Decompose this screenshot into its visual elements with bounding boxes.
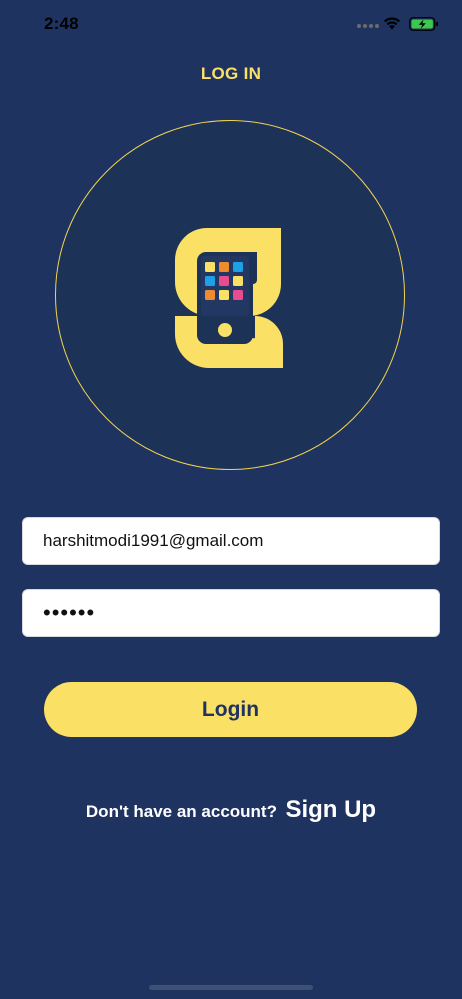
status-bar: 2:48	[0, 0, 462, 48]
wifi-icon	[384, 17, 400, 30]
email-field[interactable]	[22, 517, 440, 565]
app-logo-icon	[175, 228, 283, 368]
signup-prompt: Don't have an account?	[85, 802, 277, 821]
signup-link[interactable]: Sign Up	[285, 796, 376, 823]
password-field[interactable]	[22, 589, 440, 637]
signal-icon	[357, 24, 379, 28]
battery-charging-icon	[409, 17, 438, 31]
signup-row: Don't have an account? Sign Up	[0, 796, 462, 824]
status-time: 2:48	[44, 14, 79, 33]
login-button[interactable]: Login	[44, 682, 417, 737]
page-title: LOG IN	[200, 64, 262, 83]
home-indicator	[149, 985, 313, 990]
